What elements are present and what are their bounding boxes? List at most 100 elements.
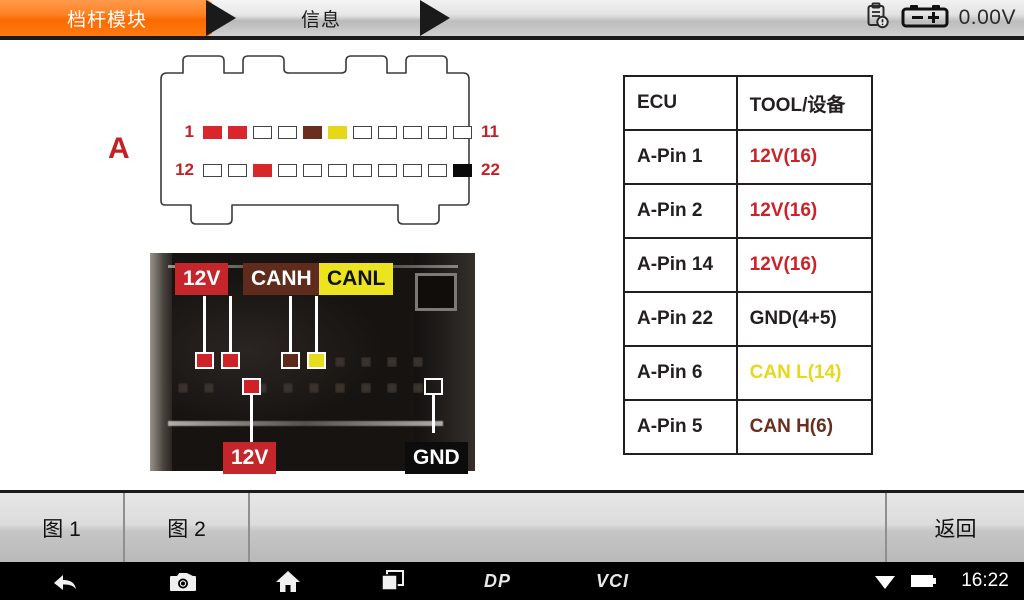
tab-gear-module-label: 档杆模块 (66, 9, 147, 31)
photo-left-edge (150, 253, 172, 471)
table-cell-tool: 12V(16) (735, 183, 874, 239)
vci-indicator[interactable]: VCI (550, 562, 675, 600)
dp-logo[interactable]: DP (445, 562, 550, 600)
pin-18[interactable] (353, 163, 372, 177)
table-row: A-Pin 6 CAN L(14) (623, 345, 874, 401)
connector-pinout-diagram: A 1 11 12 22 (100, 50, 500, 240)
table-cell-ecu: A-Pin 22 (623, 291, 738, 347)
pin-4[interactable] (278, 125, 297, 139)
pin-13[interactable] (228, 163, 247, 177)
leader-line-12v-b (229, 296, 232, 353)
table-cell-tool: CAN H(6) (735, 399, 874, 455)
battery-voltage-value: 0.00V (958, 6, 1016, 29)
callout-gnd: GND (405, 442, 468, 474)
pin-9[interactable] (403, 125, 422, 139)
callout-canh: CANH (243, 263, 320, 295)
navbar-spacer (675, 562, 868, 600)
tab-gear-module[interactable]: 档杆模块 (0, 0, 236, 36)
callout-12v-bottom: 12V (223, 442, 277, 474)
header-status-area: 0.00V (863, 0, 1016, 36)
pin-row-bottom-start-number: 12 (175, 160, 194, 179)
photo-cavity (387, 357, 397, 367)
table-cell-ecu: A-Pin 2 (623, 183, 738, 239)
photo-cavity (204, 383, 214, 393)
table-cell-tool: 12V(16) (735, 237, 874, 293)
photo-cavity (335, 357, 345, 367)
table-row: A-Pin 14 12V(16) (623, 237, 874, 293)
table-header-tool: TOOL/设备 (735, 75, 874, 131)
pin-22[interactable] (453, 163, 472, 177)
pin-8[interactable] (378, 125, 397, 139)
back-arrow-icon[interactable] (0, 562, 130, 600)
photo-cavity (361, 383, 371, 393)
table-cell-ecu: A-Pin 1 (623, 129, 738, 185)
pin-16[interactable] (303, 163, 322, 177)
battery-icon[interactable] (901, 3, 949, 34)
pin-17[interactable] (328, 163, 347, 177)
home-icon[interactable] (235, 562, 340, 600)
pin-21[interactable] (428, 163, 447, 177)
button-back[interactable]: 返回 (887, 493, 1024, 562)
tab-info-label: 信息 (300, 9, 341, 31)
header-bar: 档杆模块 信息 0.00V (0, 0, 1024, 36)
leader-line-12v-a (203, 296, 206, 353)
pin-19[interactable] (378, 163, 397, 177)
camera-icon[interactable] (130, 562, 235, 600)
pin-15[interactable] (278, 163, 297, 177)
table-cell-tool: CAN L(14) (735, 345, 874, 401)
photo-marker-canh (281, 352, 300, 369)
callout-12v-top: 12V (175, 263, 229, 295)
photo-marker-canl (307, 352, 326, 369)
pin-5[interactable] (303, 125, 322, 139)
table-cell-tool: 12V(16) (735, 129, 874, 185)
table-cell-ecu: A-Pin 6 (623, 345, 738, 401)
pin-row-bottom-end-number: 22 (481, 160, 500, 179)
table-header-row: ECU TOOL/设备 (623, 75, 874, 131)
photo-marker-12v-a (195, 352, 214, 369)
clipboard-clock-icon[interactable] (863, 2, 891, 35)
tab-info[interactable]: 信息 (212, 0, 450, 36)
photo-marker-12v-b (221, 352, 240, 369)
pin-3[interactable] (253, 125, 272, 139)
recent-apps-icon[interactable] (340, 562, 445, 600)
footer-empty-space (250, 493, 887, 562)
pin-11[interactable] (453, 125, 472, 139)
table-cell-ecu: A-Pin 5 (623, 399, 738, 455)
android-navigation-bar: DP VCI 16:22 (0, 562, 1024, 600)
leader-line-canl (315, 296, 318, 353)
table-cell-tool: GND(4+5) (735, 291, 874, 347)
photo-cavity (335, 383, 345, 393)
pin-7[interactable] (353, 125, 372, 139)
photo-cavity (309, 383, 319, 393)
table-row: A-Pin 5 CAN H(6) (623, 399, 874, 455)
clock-time: 16:22 (961, 570, 1009, 591)
battery-icon (902, 562, 946, 600)
pin-6[interactable] (328, 125, 347, 139)
pin-mapping-table: ECU TOOL/设备 A-Pin 1 12V(16) A-Pin 2 12V(… (623, 75, 874, 455)
footer-toolbar: 图 1 图 2 返回 (0, 490, 1024, 562)
photo-marker-12v-c (242, 378, 261, 395)
pin-20[interactable] (403, 163, 422, 177)
connector-outline (160, 55, 470, 225)
pin-10[interactable] (428, 125, 447, 139)
pin-row-bottom: 12 22 (170, 160, 505, 180)
pin-1[interactable] (203, 125, 222, 139)
pin-14[interactable] (253, 163, 272, 177)
table-row: A-Pin 22 GND(4+5) (623, 291, 874, 347)
leader-line-gnd (432, 394, 435, 433)
button-figure-2[interactable]: 图 2 (125, 493, 250, 562)
photo-marker-gnd (424, 378, 443, 395)
pin-2[interactable] (228, 125, 247, 139)
photo-cavity (387, 383, 397, 393)
button-figure-1[interactable]: 图 1 (0, 493, 125, 562)
table-row: A-Pin 2 12V(16) (623, 183, 874, 239)
pin-row-top: 1 11 (170, 122, 505, 142)
photo-cavity (361, 357, 371, 367)
connector-photo: 12V CANH CANL 12V GND (150, 253, 475, 474)
pin-row-top-start-number: 1 (184, 122, 194, 141)
photo-cavity (178, 383, 188, 393)
dp-logo-label: DP (483, 570, 511, 591)
leader-line-12v-c (250, 394, 253, 443)
pin-12[interactable] (203, 163, 222, 177)
photo-cavity (413, 383, 423, 393)
